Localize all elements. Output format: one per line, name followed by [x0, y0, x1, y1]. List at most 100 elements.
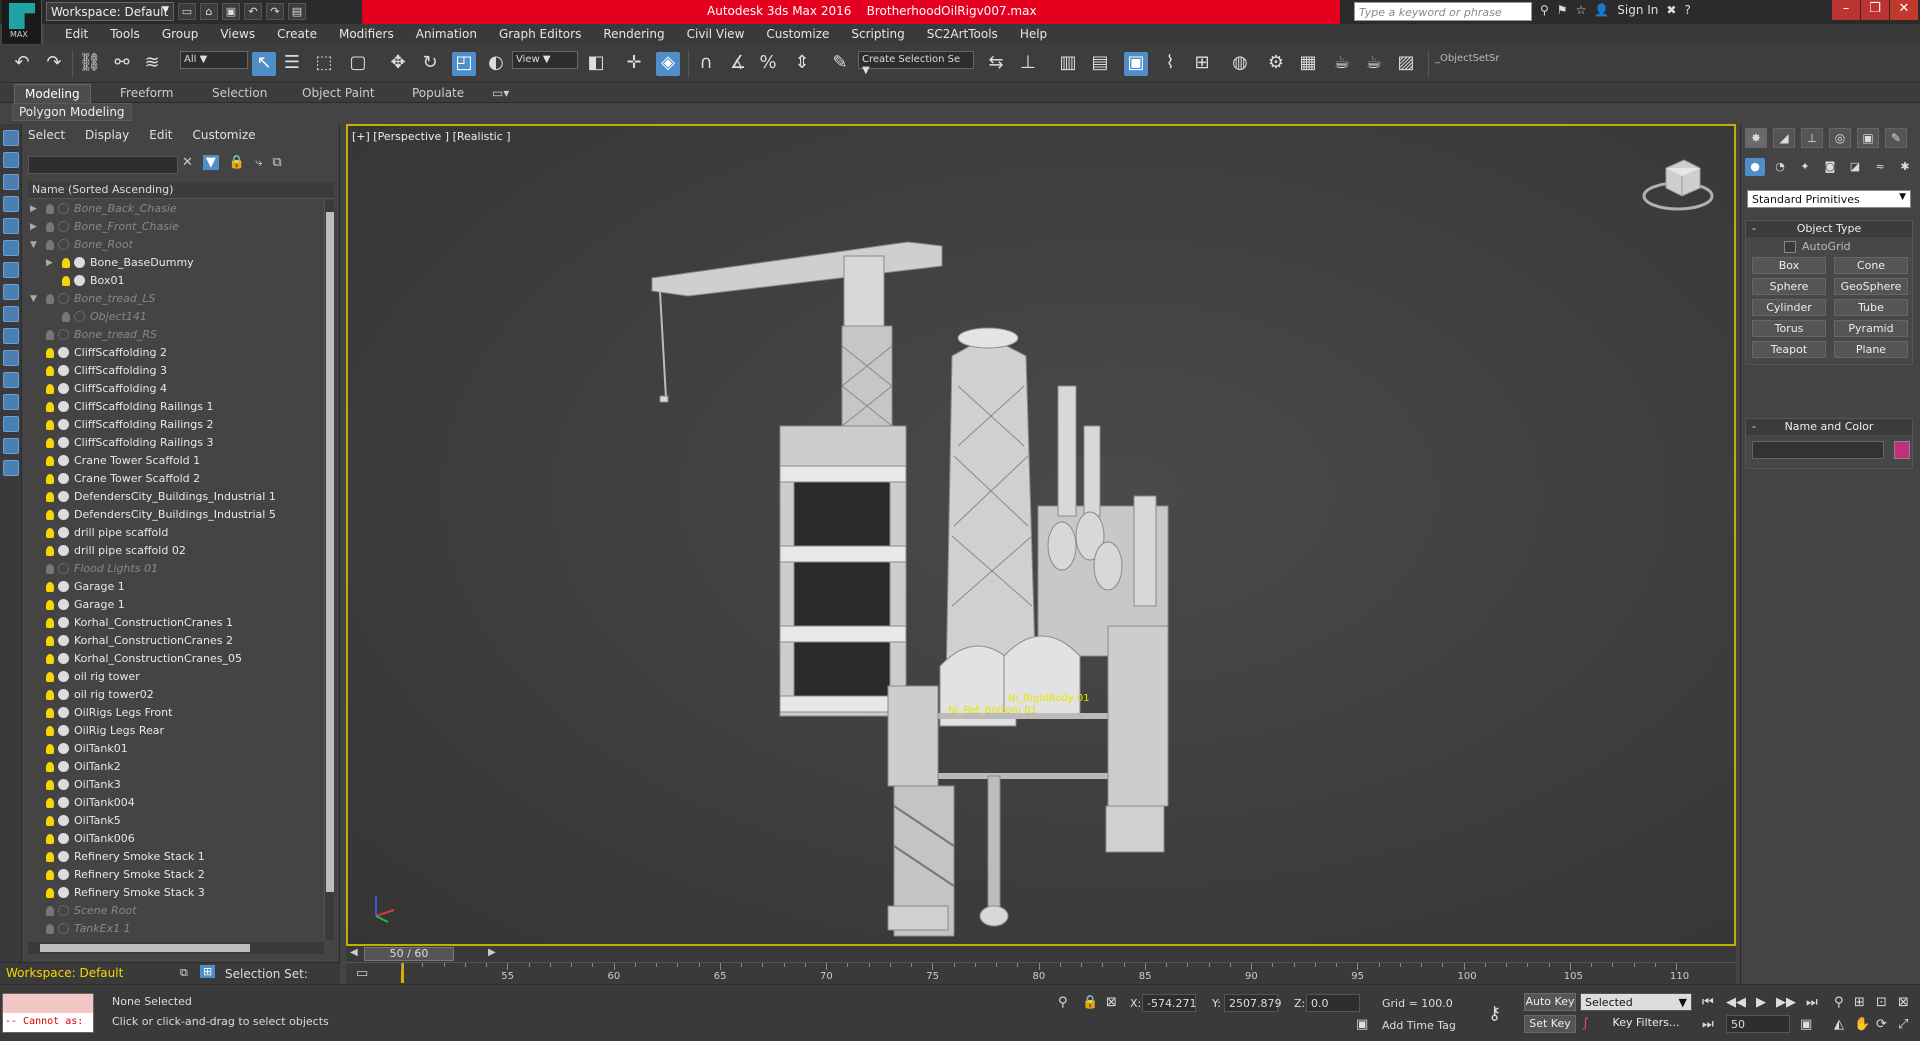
menu-item-graph-editors[interactable]: Graph Editors: [488, 24, 592, 45]
sphere-button[interactable]: Sphere: [1752, 278, 1826, 295]
visibility-bulb-icon[interactable]: [46, 798, 54, 808]
visibility-bulb-icon[interactable]: [46, 690, 54, 700]
select-move-icon[interactable]: ✥: [386, 52, 410, 76]
visibility-bulb-icon[interactable]: [46, 438, 54, 448]
plane-button[interactable]: Plane: [1834, 341, 1908, 358]
maxscript-input[interactable]: [3, 994, 93, 1013]
select-by-name-icon[interactable]: ☰: [280, 52, 304, 76]
visibility-bulb-icon[interactable]: [62, 312, 70, 322]
visibility-bulb-icon[interactable]: [46, 816, 54, 826]
render-in-cloud-icon[interactable]: ▨: [1394, 52, 1418, 76]
list-item[interactable]: OilTank2: [28, 758, 324, 776]
display-hidden-icon[interactable]: [3, 372, 19, 388]
selection-filter-dropdown[interactable]: All ▼: [180, 51, 248, 69]
close-button[interactable]: ✕: [1890, 0, 1918, 20]
visibility-bulb-icon[interactable]: [46, 762, 54, 772]
go-to-start-icon[interactable]: ⏮: [1702, 995, 1714, 1010]
name-column-header[interactable]: Name (Sorted Ascending): [28, 182, 334, 199]
tube-button[interactable]: Tube: [1834, 299, 1908, 316]
auto-key-button[interactable]: Auto Key: [1524, 993, 1576, 1011]
help-search-input[interactable]: Type a keyword or phrase: [1354, 2, 1532, 21]
percent-snap-icon[interactable]: %: [756, 52, 780, 76]
selection-lock-icon[interactable]: 🔒: [1082, 995, 1098, 1010]
mirror-icon[interactable]: ⇆: [984, 52, 1008, 76]
region-select-icon[interactable]: ⬚: [312, 52, 336, 76]
explorer-menu-select[interactable]: Select: [28, 128, 65, 142]
list-item[interactable]: Crane Tower Scaffold 2: [28, 470, 324, 488]
list-item[interactable]: oil rig tower02: [28, 686, 324, 704]
list-item[interactable]: CliffScaffolding Railings 2: [28, 416, 324, 434]
save-icon[interactable]: ▣: [222, 3, 240, 20]
space-warps-icon[interactable]: ≈: [1870, 158, 1890, 176]
visibility-bulb-icon[interactable]: [46, 834, 54, 844]
list-item[interactable]: Flood Lights 01: [28, 560, 324, 578]
visibility-bulb-icon[interactable]: [46, 654, 54, 664]
time-configuration-icon[interactable]: ▣: [1800, 1017, 1812, 1032]
list-item[interactable]: Box01: [28, 272, 324, 290]
field-of-view-icon[interactable]: ◭: [1834, 1017, 1844, 1032]
maximize-button[interactable]: ❐: [1861, 0, 1889, 20]
workspace-dropdown[interactable]: Workspace: Default ▼: [46, 2, 174, 21]
scene-explorer-icon[interactable]: ▣: [1124, 52, 1148, 76]
display-shapes-icon[interactable]: [3, 152, 19, 168]
zoom-icon[interactable]: ⚲: [1834, 995, 1844, 1010]
perspective-viewport[interactable]: [+] [Perspective ] [Realistic ] Ni_Rigid…: [346, 124, 1736, 946]
list-item[interactable]: CliffScaffolding Railings 3: [28, 434, 324, 452]
torus-button[interactable]: Torus: [1752, 320, 1826, 337]
cameras-icon[interactable]: ◙: [1820, 158, 1840, 176]
redo-icon[interactable]: ↷: [42, 52, 66, 76]
previous-frame-icon[interactable]: ◀◀: [1726, 995, 1746, 1010]
lights-icon[interactable]: ✦: [1795, 158, 1815, 176]
utilities-tab-icon[interactable]: ✎: [1885, 128, 1907, 148]
ribbon-options-icon[interactable]: ▭▾: [482, 84, 519, 103]
visibility-bulb-icon[interactable]: [46, 780, 54, 790]
list-item[interactable]: ▼ Bone_tread_LS: [28, 290, 324, 308]
primitive-category-dropdown[interactable]: Standard Primitives ▼: [1747, 190, 1911, 208]
menu-item-animation[interactable]: Animation: [405, 24, 488, 45]
visibility-bulb-icon[interactable]: [46, 582, 54, 592]
list-item[interactable]: drill pipe scaffold: [28, 524, 324, 542]
list-item[interactable]: Refinery Smoke Stack 1: [28, 848, 324, 866]
display-all-icon[interactable]: [3, 394, 19, 410]
visibility-bulb-icon[interactable]: [46, 384, 54, 394]
explorer-menu-display[interactable]: Display: [85, 128, 129, 142]
rendered-frame-window-icon[interactable]: ▦: [1296, 52, 1320, 76]
invert-display-icon[interactable]: [3, 438, 19, 454]
angle-snap-icon[interactable]: ∡: [726, 52, 750, 76]
visibility-bulb-icon[interactable]: [46, 852, 54, 862]
explorer-menu-edit[interactable]: Edit: [149, 128, 172, 142]
schematic-view-icon[interactable]: ⊞: [1190, 52, 1214, 76]
menu-item-tools[interactable]: Tools: [99, 24, 151, 45]
list-item[interactable]: ▶ Bone_BaseDummy: [28, 254, 324, 272]
maximize-viewport-icon[interactable]: ⤢: [1898, 1017, 1908, 1032]
list-item[interactable]: Object141: [28, 308, 324, 326]
visibility-bulb-icon[interactable]: [46, 726, 54, 736]
named-selection-dropdown[interactable]: Create Selection Se ▼: [858, 51, 974, 76]
exchange-icon[interactable]: ✖: [1666, 3, 1676, 17]
display-lights-icon[interactable]: [3, 174, 19, 190]
list-item[interactable]: OilTank006: [28, 830, 324, 848]
viewcube-icon[interactable]: [1642, 159, 1714, 211]
hierarchy-mode-icon[interactable]: ⊞: [200, 965, 216, 978]
visibility-bulb-icon[interactable]: [46, 924, 54, 934]
explorer-menu-customize[interactable]: Customize: [193, 128, 256, 142]
pan-view-icon[interactable]: ✋: [1854, 1017, 1870, 1032]
scrollbar-thumb[interactable]: [40, 944, 250, 952]
menu-item-create[interactable]: Create: [266, 24, 328, 45]
display-cameras-icon[interactable]: [3, 196, 19, 212]
list-item[interactable]: drill pipe scaffold 02: [28, 542, 324, 560]
clear-search-icon[interactable]: ✕: [182, 155, 193, 170]
display-xrefs-icon[interactable]: [3, 284, 19, 300]
collapse-arrow-icon[interactable]: ▼: [30, 236, 40, 254]
motion-tab-icon[interactable]: ◎: [1829, 128, 1851, 148]
visibility-bulb-icon[interactable]: [46, 402, 54, 412]
visibility-bulb-icon[interactable]: [46, 708, 54, 718]
list-item[interactable]: ▶ Bone_Back_Chasie: [28, 200, 324, 218]
display-tab-icon[interactable]: ▣: [1857, 128, 1879, 148]
ribbon-tab-selection[interactable]: Selection: [202, 84, 277, 103]
name-color-header[interactable]: - Name and Color: [1746, 419, 1912, 435]
display-groups-icon[interactable]: [3, 262, 19, 278]
zoom-extents-icon[interactable]: ⊡: [1876, 995, 1887, 1010]
list-item[interactable]: OilTank5: [28, 812, 324, 830]
key-icon[interactable]: ⚷: [1488, 1003, 1501, 1024]
